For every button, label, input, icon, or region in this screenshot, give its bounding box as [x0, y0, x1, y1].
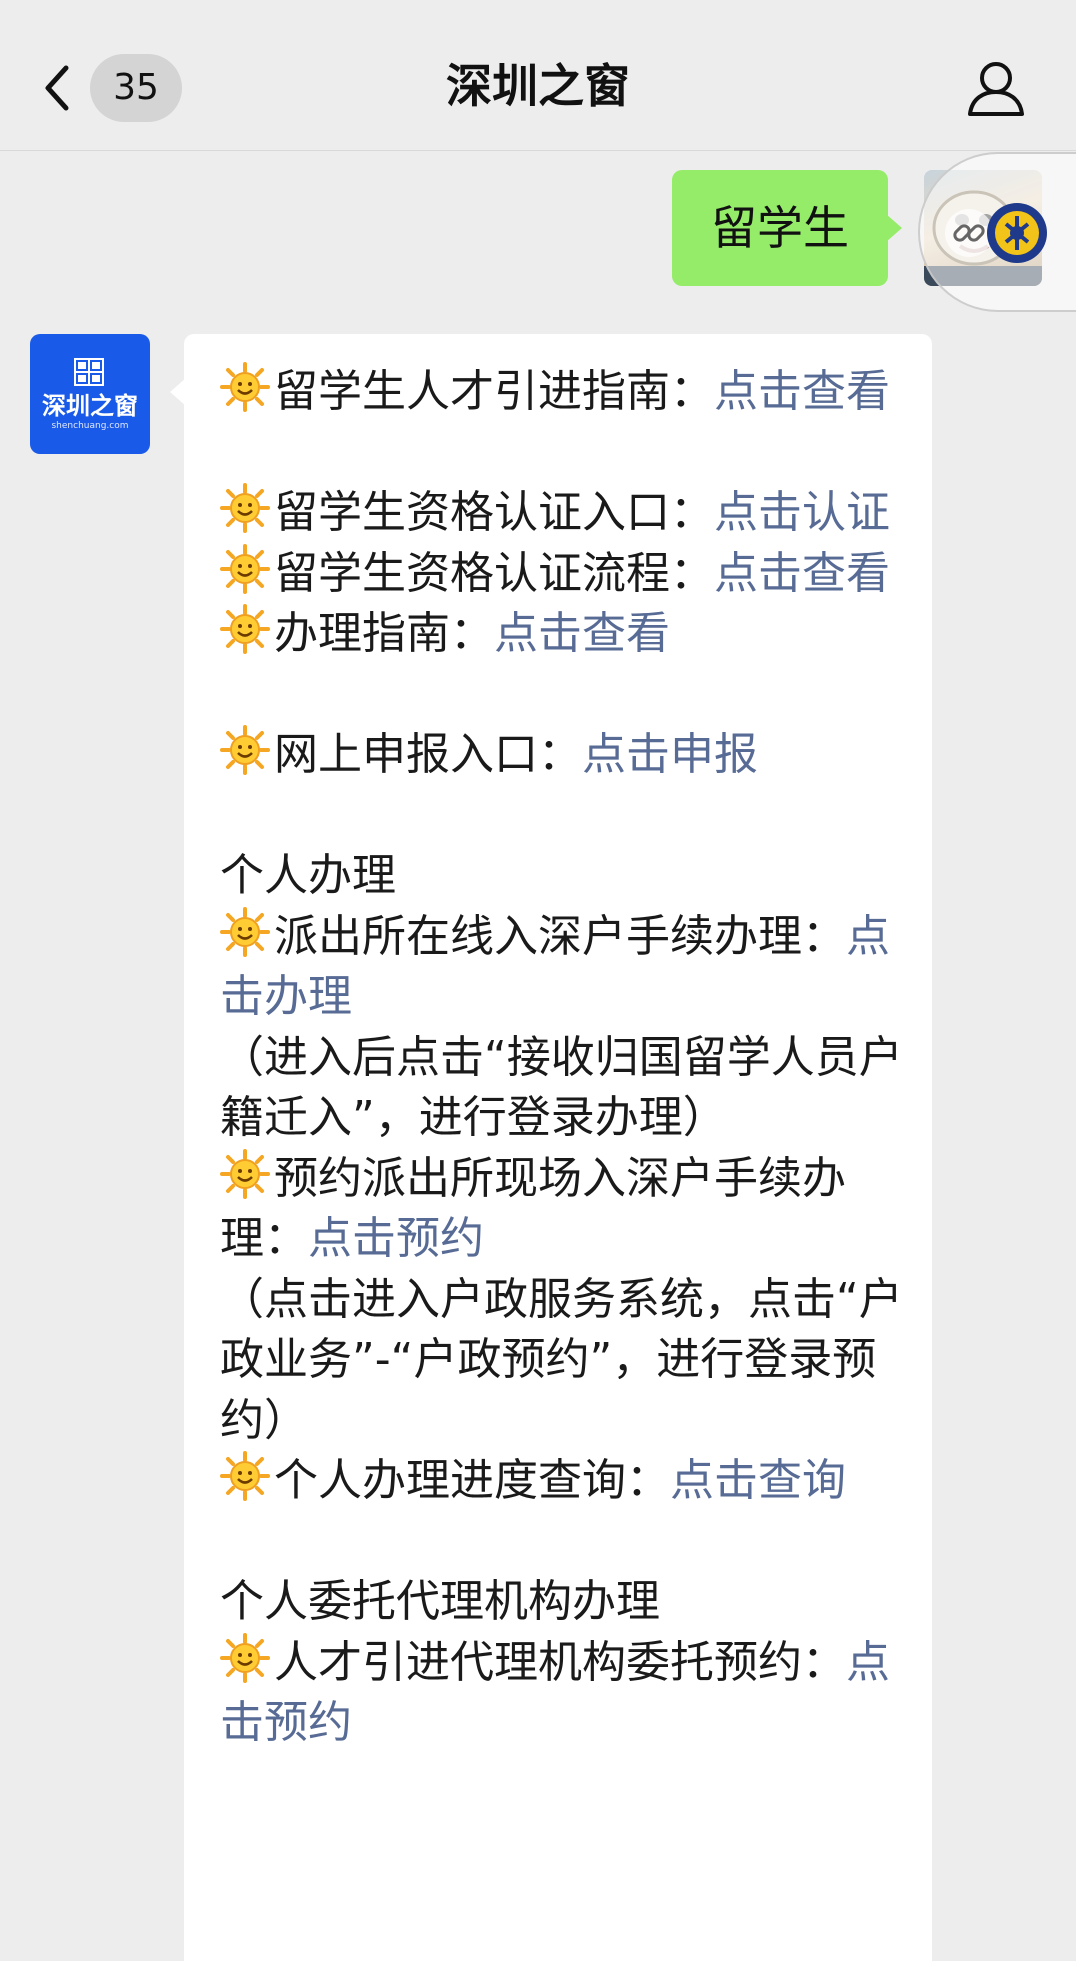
book-appointment-link[interactable]: 点击预约 [308, 1213, 484, 1264]
section-heading: 个人办理 [220, 850, 396, 901]
chat-screen: 35 深圳之窗 留学生 深圳之窗 shenchuang.com 留学生人才引进指… [0, 0, 1076, 1961]
avatar-logo-text: 深圳之窗 [42, 392, 138, 420]
window-icon [74, 358, 104, 386]
sent-bubble-tail [886, 214, 902, 242]
message-item: 留学生资格认证入口：点击认证 [220, 483, 910, 544]
view-process-link[interactable]: 点击查看 [714, 548, 890, 599]
sun-emoji-icon [220, 1632, 270, 1683]
certify-link[interactable]: 点击认证 [714, 487, 890, 538]
avatar-domain-text: shenchuang.com [51, 421, 129, 431]
query-progress-link[interactable]: 点击查询 [670, 1455, 846, 1506]
item-label: 网上申报入口： [274, 729, 582, 780]
chat-title: 深圳之窗 [446, 59, 630, 113]
item-note: （点击进入户政服务系统，点击“户政业务”-“户政预约”，进行登录预约） [220, 1273, 903, 1446]
item-label: 留学生资格认证入口： [274, 487, 714, 538]
view-guide-link[interactable]: 点击查看 [714, 366, 890, 417]
top-bar: 35 深圳之窗 [0, 0, 1076, 151]
message-item: 办理指南：点击查看 [220, 604, 910, 665]
item-label: 办理指南： [274, 608, 494, 659]
sun-emoji-icon [220, 543, 270, 594]
item-label: 人才引进代理机构委托预约： [274, 1636, 846, 1688]
section-heading: 个人委托代理机构办理 [220, 1576, 660, 1627]
sun-emoji-icon [220, 483, 270, 533]
account-avatar[interactable]: 深圳之窗 shenchuang.com [30, 334, 150, 454]
item-label: 留学生资格认证流程： [274, 547, 714, 599]
message-item: 留学生资格认证流程：点击查看 [220, 543, 910, 605]
view-handbook-link[interactable]: 点击查看 [494, 608, 670, 659]
person-icon[interactable] [966, 58, 1026, 118]
sun-emoji-icon [220, 906, 270, 957]
submit-online-link[interactable]: 点击申报 [582, 729, 758, 780]
item-label: 派出所在线入深户手续办理： [274, 910, 846, 962]
sent-message-bubble[interactable]: 留学生 [672, 170, 888, 286]
message-item: 派出所在线入深户手续办理：点击办理 [220, 906, 910, 1028]
item-note: （进入后点击“接收归国留学人员户籍迁入”，进行登录办理） [220, 1031, 903, 1144]
message-item: 留学生人才引进指南：点击查看 [220, 362, 910, 423]
sun-emoji-icon [220, 604, 270, 654]
item-label: 留学生人才引进指南： [274, 366, 714, 417]
received-message-text: 留学生人才引进指南：点击查看 留学生资格认证入口：点击认证 留学生资格认证流程：… [220, 362, 910, 1754]
emblem-icon [987, 203, 1047, 263]
sun-emoji-icon [220, 1451, 270, 1501]
sun-emoji-icon [220, 1148, 270, 1199]
message-item: 人才引进代理机构委托预约：点击预约 [220, 1632, 910, 1754]
message-item: 个人办理进度查询：点击查询 [220, 1451, 910, 1512]
sun-emoji-icon [220, 362, 270, 412]
message-item: 预约派出所现场入深户手续办理：点击预约 [220, 1148, 910, 1270]
message-item: 网上申报入口：点击申报 [220, 725, 910, 786]
sun-emoji-icon [220, 725, 270, 775]
item-label: 个人办理进度查询： [274, 1455, 670, 1506]
